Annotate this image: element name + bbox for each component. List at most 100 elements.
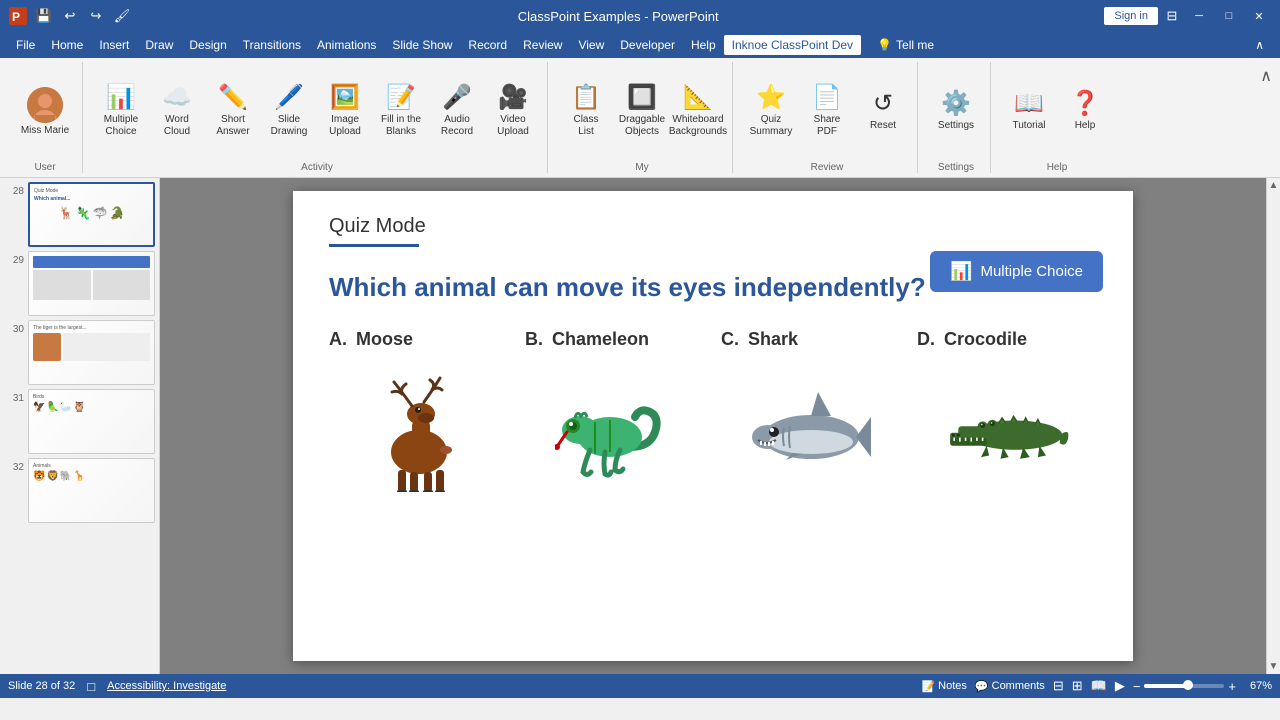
answer-d-animal bbox=[942, 362, 1072, 492]
notes-button[interactable]: 📝 Notes bbox=[921, 680, 966, 693]
activity-buttons: 📊 MultipleChoice ☁️ WordCloud ✏️ ShortAn… bbox=[95, 62, 539, 160]
menu-insert[interactable]: Insert bbox=[91, 35, 137, 55]
canvas-area: Quiz Mode Which animal can move its eyes… bbox=[160, 178, 1266, 674]
my-buttons: 📋 ClassList 🔲 DraggableObjects 📐 Whitebo… bbox=[560, 62, 724, 160]
zoom-slider[interactable] bbox=[1144, 684, 1224, 688]
slide-drawing-button[interactable]: 🖊️ SlideDrawing bbox=[263, 77, 315, 145]
settings-button[interactable]: ⚙️ Settings bbox=[930, 77, 982, 145]
menu-slideshow[interactable]: Slide Show bbox=[384, 35, 460, 55]
menu-developer[interactable]: Developer bbox=[612, 35, 683, 55]
slide-layout-icon[interactable]: □ bbox=[87, 679, 95, 694]
menu-animations[interactable]: Animations bbox=[309, 35, 384, 55]
maximize-button[interactable]: □ bbox=[1216, 6, 1242, 26]
slide-thumb-31[interactable]: 31 Birds 🦅 🦜 🦢 🦉 bbox=[4, 389, 155, 454]
reading-view-icon[interactable]: 📖 bbox=[1091, 678, 1107, 694]
slide-preview-31: Birds 🦅 🦜 🦢 🦉 bbox=[28, 389, 155, 454]
menu-design[interactable]: Design bbox=[181, 35, 234, 55]
zoom-level[interactable]: 67% bbox=[1240, 680, 1272, 692]
short-answer-button[interactable]: ✏️ ShortAnswer bbox=[207, 77, 259, 145]
slide-info: Slide 28 of 32 bbox=[8, 680, 75, 692]
audio-record-icon: 🎤 bbox=[442, 84, 472, 113]
help-button[interactable]: ❓ Help bbox=[1059, 77, 1111, 145]
slide-thumb-32[interactable]: 32 Animals 🐯 🦁 🐘 🦒 bbox=[4, 458, 155, 523]
user-name: Miss Marie bbox=[21, 125, 69, 136]
close-button[interactable]: ✕ bbox=[1246, 6, 1272, 26]
reset-label: Reset bbox=[870, 120, 896, 132]
scrollbar-right[interactable]: ▲ ▼ bbox=[1266, 178, 1280, 674]
multiple-choice-button[interactable]: 📊 MultipleChoice bbox=[95, 77, 147, 145]
slideshow-icon[interactable]: ▶ bbox=[1115, 678, 1125, 694]
menu-transitions[interactable]: Transitions bbox=[235, 35, 309, 55]
multiple-choice-slide-button[interactable]: 📊 Multiple Choice bbox=[930, 251, 1103, 292]
redo-icon[interactable]: ↪ bbox=[86, 6, 106, 26]
zoom-in-icon[interactable]: + bbox=[1228, 679, 1236, 694]
share-pdf-button[interactable]: 📄 SharePDF bbox=[801, 77, 853, 145]
image-upload-icon: 🖼️ bbox=[330, 84, 360, 113]
answer-a-col: A. Moose bbox=[329, 329, 509, 492]
whiteboard-backgrounds-icon: 📐 bbox=[683, 84, 713, 113]
share-pdf-icon: 📄 bbox=[812, 84, 842, 113]
user-avatar-button[interactable]: Miss Marie bbox=[16, 77, 74, 145]
slide-preview-30: The tiger is the largest... bbox=[28, 320, 155, 385]
draggable-objects-button[interactable]: 🔲 DraggableObjects bbox=[616, 77, 668, 145]
slide-canvas: Quiz Mode Which animal can move its eyes… bbox=[293, 191, 1133, 661]
undo-icon[interactable]: ↩ bbox=[60, 6, 80, 26]
video-upload-icon: 🎥 bbox=[498, 84, 528, 113]
save-icon[interactable]: 💾 bbox=[34, 6, 54, 26]
settings-buttons: ⚙️ Settings bbox=[930, 62, 982, 160]
titlebar-left: P 💾 ↩ ↪ 🖌 bbox=[8, 6, 132, 26]
ribbon-toggle-icon[interactable]: ⊟ bbox=[1162, 6, 1182, 26]
help-icon: ❓ bbox=[1070, 90, 1100, 119]
whiteboard-backgrounds-button[interactable]: 📐 WhiteboardBackgrounds bbox=[672, 77, 724, 145]
accessibility-label[interactable]: Accessibility: Investigate bbox=[107, 680, 226, 692]
slide-sorter-icon[interactable]: ⊞ bbox=[1072, 678, 1083, 694]
reset-icon: ↺ bbox=[873, 90, 893, 119]
menu-draw[interactable]: Draw bbox=[137, 35, 181, 55]
answer-a-animal bbox=[354, 362, 484, 492]
menu-file[interactable]: File bbox=[8, 35, 43, 55]
minimize-button[interactable]: ─ bbox=[1186, 6, 1212, 26]
slide-drawing-label: SlideDrawing bbox=[271, 114, 308, 138]
collapse-sections-button[interactable]: ∧ bbox=[1260, 66, 1272, 86]
tell-me-input[interactable]: 💡 Tell me bbox=[869, 35, 942, 55]
menu-classpoint[interactable]: Inknoe ClassPoint Dev bbox=[724, 35, 861, 55]
audio-record-button[interactable]: 🎤 AudioRecord bbox=[431, 77, 483, 145]
quiz-summary-button[interactable]: ⭐ QuizSummary bbox=[745, 77, 797, 145]
ribbon-group-settings: ⚙️ Settings Settings bbox=[922, 62, 991, 173]
collapse-ribbon-icon[interactable]: ∧ bbox=[1247, 35, 1272, 55]
slide-thumb-28[interactable]: 28 Quiz Mode Which animal... 🦌 🦎 🦈 🐊 bbox=[4, 182, 155, 247]
slide-thumb-30[interactable]: 30 The tiger is the largest... bbox=[4, 320, 155, 385]
word-cloud-button[interactable]: ☁️ WordCloud bbox=[151, 77, 203, 145]
tutorial-button[interactable]: 📖 Tutorial bbox=[1003, 77, 1055, 145]
scroll-down[interactable]: ▼ bbox=[1267, 659, 1280, 674]
quiz-mode-title: Quiz Mode bbox=[329, 215, 1097, 238]
fill-blanks-button[interactable]: 📝 Fill in theBlanks bbox=[375, 77, 427, 145]
image-upload-button[interactable]: 🖼️ ImageUpload bbox=[319, 77, 371, 145]
slide-thumb-29[interactable]: 29 bbox=[4, 251, 155, 316]
scroll-up[interactable]: ▲ bbox=[1267, 178, 1280, 193]
quiz-mode-underline bbox=[329, 244, 419, 247]
menu-help[interactable]: Help bbox=[683, 35, 724, 55]
normal-view-icon[interactable]: ⊟ bbox=[1053, 678, 1064, 694]
menu-record[interactable]: Record bbox=[460, 35, 515, 55]
menu-home[interactable]: Home bbox=[43, 35, 91, 55]
video-upload-button[interactable]: 🎥 VideoUpload bbox=[487, 77, 539, 145]
review-buttons: ⭐ QuizSummary 📄 SharePDF ↺ Reset bbox=[745, 62, 909, 160]
zoom-thumb bbox=[1183, 680, 1193, 690]
class-list-button[interactable]: 📋 ClassList bbox=[560, 77, 612, 145]
zoom-out-icon[interactable]: − bbox=[1133, 679, 1141, 694]
menu-review[interactable]: Review bbox=[515, 35, 570, 55]
format-painter-icon[interactable]: 🖌 bbox=[112, 6, 132, 26]
settings-icon: ⚙️ bbox=[941, 90, 971, 119]
multiple-choice-icon: 📊 bbox=[106, 84, 136, 113]
multiple-choice-label: MultipleChoice bbox=[104, 114, 138, 138]
titlebar-right: Sign in ⊟ ─ □ ✕ bbox=[1104, 6, 1272, 26]
sign-in-button[interactable]: Sign in bbox=[1104, 7, 1158, 25]
reset-button[interactable]: ↺ Reset bbox=[857, 77, 909, 145]
answer-b-col: B. Chameleon bbox=[525, 329, 705, 492]
answers-row: A. Moose bbox=[329, 329, 1097, 492]
menu-view[interactable]: View bbox=[570, 35, 612, 55]
comments-button[interactable]: 💬 Comments bbox=[975, 680, 1045, 693]
zoom-fill bbox=[1144, 684, 1188, 688]
multiple-choice-slide-label: Multiple Choice bbox=[980, 263, 1083, 280]
